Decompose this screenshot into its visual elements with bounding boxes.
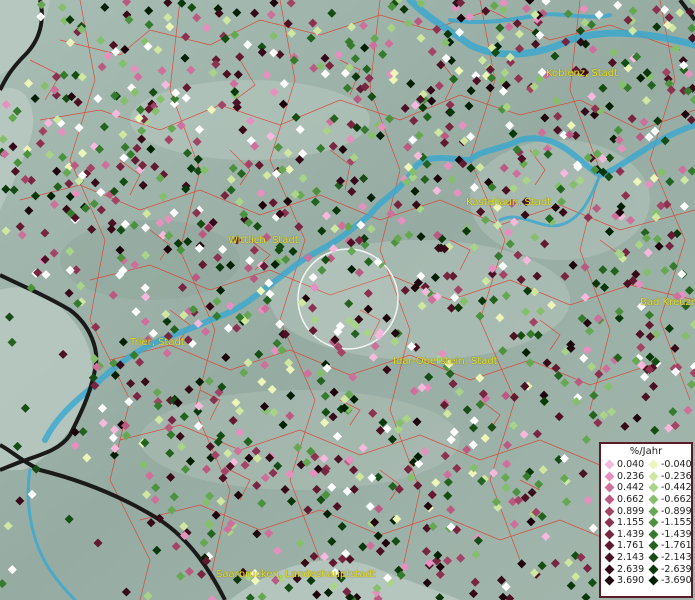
legend-title: %/Jahr <box>629 446 663 457</box>
legend-swatch <box>604 564 615 575</box>
legend-value: 1.155 <box>617 517 645 529</box>
legend-swatch <box>604 494 615 505</box>
legend-value: 2.639 <box>617 563 645 575</box>
city-label-bad-kreuznach: Bad Kreuzn <box>640 297 695 308</box>
legend-row: 2.639 -2.639 <box>604 563 692 575</box>
legend-swatch <box>648 552 659 563</box>
legend-row: 2.143 -2.143 <box>604 552 692 564</box>
legend-swatch <box>604 552 615 563</box>
legend-swatch <box>604 541 615 551</box>
legend-swatch <box>648 506 659 517</box>
legend-value: 0.236 <box>617 470 645 482</box>
legend-value: 3.690 <box>617 575 645 587</box>
legend-value: -0.236 <box>661 470 692 482</box>
legend-swatch <box>604 506 615 517</box>
legend-row: 0.442 -0.442 <box>604 482 692 494</box>
legend-value: -3.690 <box>661 575 692 587</box>
legend-swatch <box>604 483 615 493</box>
legend-swatch <box>648 471 659 482</box>
city-label-trier: Trier, Stadt <box>130 337 185 348</box>
legend-value: -0.442 <box>661 482 692 494</box>
legend-value: -1.439 <box>661 528 692 540</box>
legend-swatch <box>648 575 659 586</box>
city-label-saarbruecken: Saarbrücken, Landeshauptstadt <box>216 569 376 580</box>
legend-row: 3.690 -3.690 <box>604 575 692 587</box>
legend-value: 0.662 <box>617 494 645 506</box>
legend-row: 0.040 -0.040 <box>604 459 692 471</box>
legend-value: 1.761 <box>617 540 645 552</box>
legend-row: 0.899 -0.899 <box>604 505 692 517</box>
legend-swatch <box>604 517 615 528</box>
legend-swatch <box>604 575 615 586</box>
legend-row: 1.761 -1.761 <box>604 540 692 552</box>
legend-value: -2.143 <box>661 552 692 564</box>
legend-value: -2.639 <box>661 563 692 575</box>
legend-value: -1.155 <box>661 517 692 529</box>
legend-value: -0.899 <box>661 505 692 517</box>
legend-swatch <box>648 564 659 575</box>
legend-swatch <box>648 459 659 470</box>
legend-row: 1.155 -1.155 <box>604 517 692 529</box>
legend-rows: 0.040 -0.040 0.236 -0.236 0.442 -0.442 0… <box>604 459 692 587</box>
legend-value: 1.439 <box>617 528 645 540</box>
legend-swatch <box>604 459 615 470</box>
city-label-idar-oberstein: Idar-Oberstein, Stadt <box>393 356 498 367</box>
legend-swatch <box>648 517 659 528</box>
legend-swatch <box>648 483 659 493</box>
city-label-kastellaun: Kastellaun, Stadt <box>466 197 552 208</box>
legend-swatch <box>648 494 659 505</box>
legend-value: 2.143 <box>617 552 645 564</box>
legend-value: -0.662 <box>661 494 692 506</box>
city-label-koblenz: Koblenz, Stadt <box>546 68 619 79</box>
legend-value: 0.040 <box>617 459 645 471</box>
legend-swatch <box>648 541 659 551</box>
legend-swatch <box>604 471 615 482</box>
legend-row: 1.439 -1.439 <box>604 529 692 541</box>
legend-value: -1.761 <box>661 540 692 552</box>
legend-value: 0.899 <box>617 505 645 517</box>
legend: %/Jahr 0.040 -0.040 0.236 -0.236 0.442 -… <box>599 442 693 598</box>
legend-value: 0.442 <box>617 482 645 494</box>
legend-row: 0.236 -0.236 <box>604 471 692 483</box>
legend-row: 0.662 -0.662 <box>604 494 692 506</box>
legend-swatch <box>648 529 659 540</box>
city-label-wittlich: Wittlich, Stadt <box>228 235 299 246</box>
legend-swatch <box>604 529 615 540</box>
map-canvas[interactable] <box>0 0 695 600</box>
legend-value: -0.040 <box>661 459 692 471</box>
